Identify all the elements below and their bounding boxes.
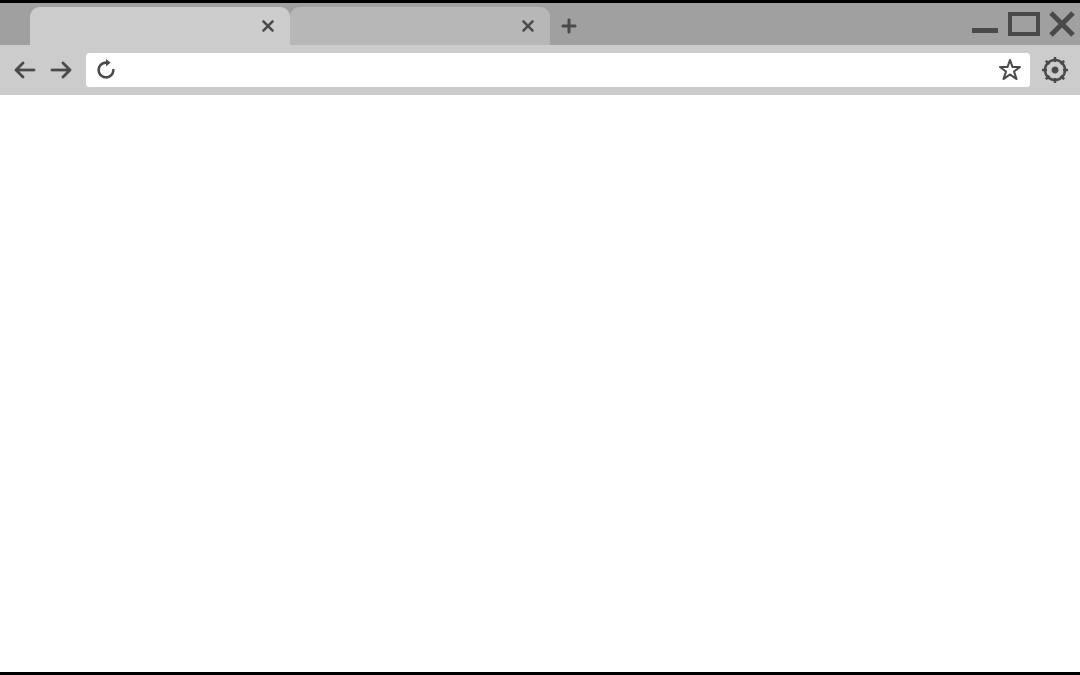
tab-close-button[interactable] [520, 18, 536, 34]
forward-button[interactable] [46, 55, 76, 85]
reload-button[interactable] [92, 56, 120, 84]
tab-bar [0, 3, 1080, 45]
back-button[interactable] [10, 55, 40, 85]
minimize-button[interactable] [970, 14, 1000, 34]
url-input[interactable] [120, 62, 996, 78]
window-controls [970, 3, 1080, 45]
toolbar [0, 45, 1080, 95]
maximize-button[interactable] [1008, 12, 1040, 36]
reload-icon [95, 59, 117, 81]
minimize-icon [970, 14, 1000, 34]
plus-icon [561, 18, 577, 34]
bookmark-button[interactable] [996, 56, 1024, 84]
page-content [0, 95, 1080, 672]
gear-icon [1042, 57, 1068, 83]
close-icon [522, 20, 534, 32]
address-bar [86, 53, 1030, 87]
close-window-icon [1048, 10, 1076, 38]
new-tab-button[interactable] [554, 7, 584, 45]
back-arrow-icon [12, 57, 38, 83]
maximize-icon [1008, 12, 1040, 36]
close-window-button[interactable] [1048, 10, 1076, 38]
star-icon [998, 58, 1022, 82]
browser-window [0, 3, 1080, 672]
tab-inactive[interactable] [290, 7, 550, 45]
settings-button[interactable] [1040, 55, 1070, 85]
forward-arrow-icon [48, 57, 74, 83]
close-icon [262, 20, 274, 32]
tab-close-button[interactable] [260, 18, 276, 34]
tab-active[interactable] [30, 7, 290, 45]
